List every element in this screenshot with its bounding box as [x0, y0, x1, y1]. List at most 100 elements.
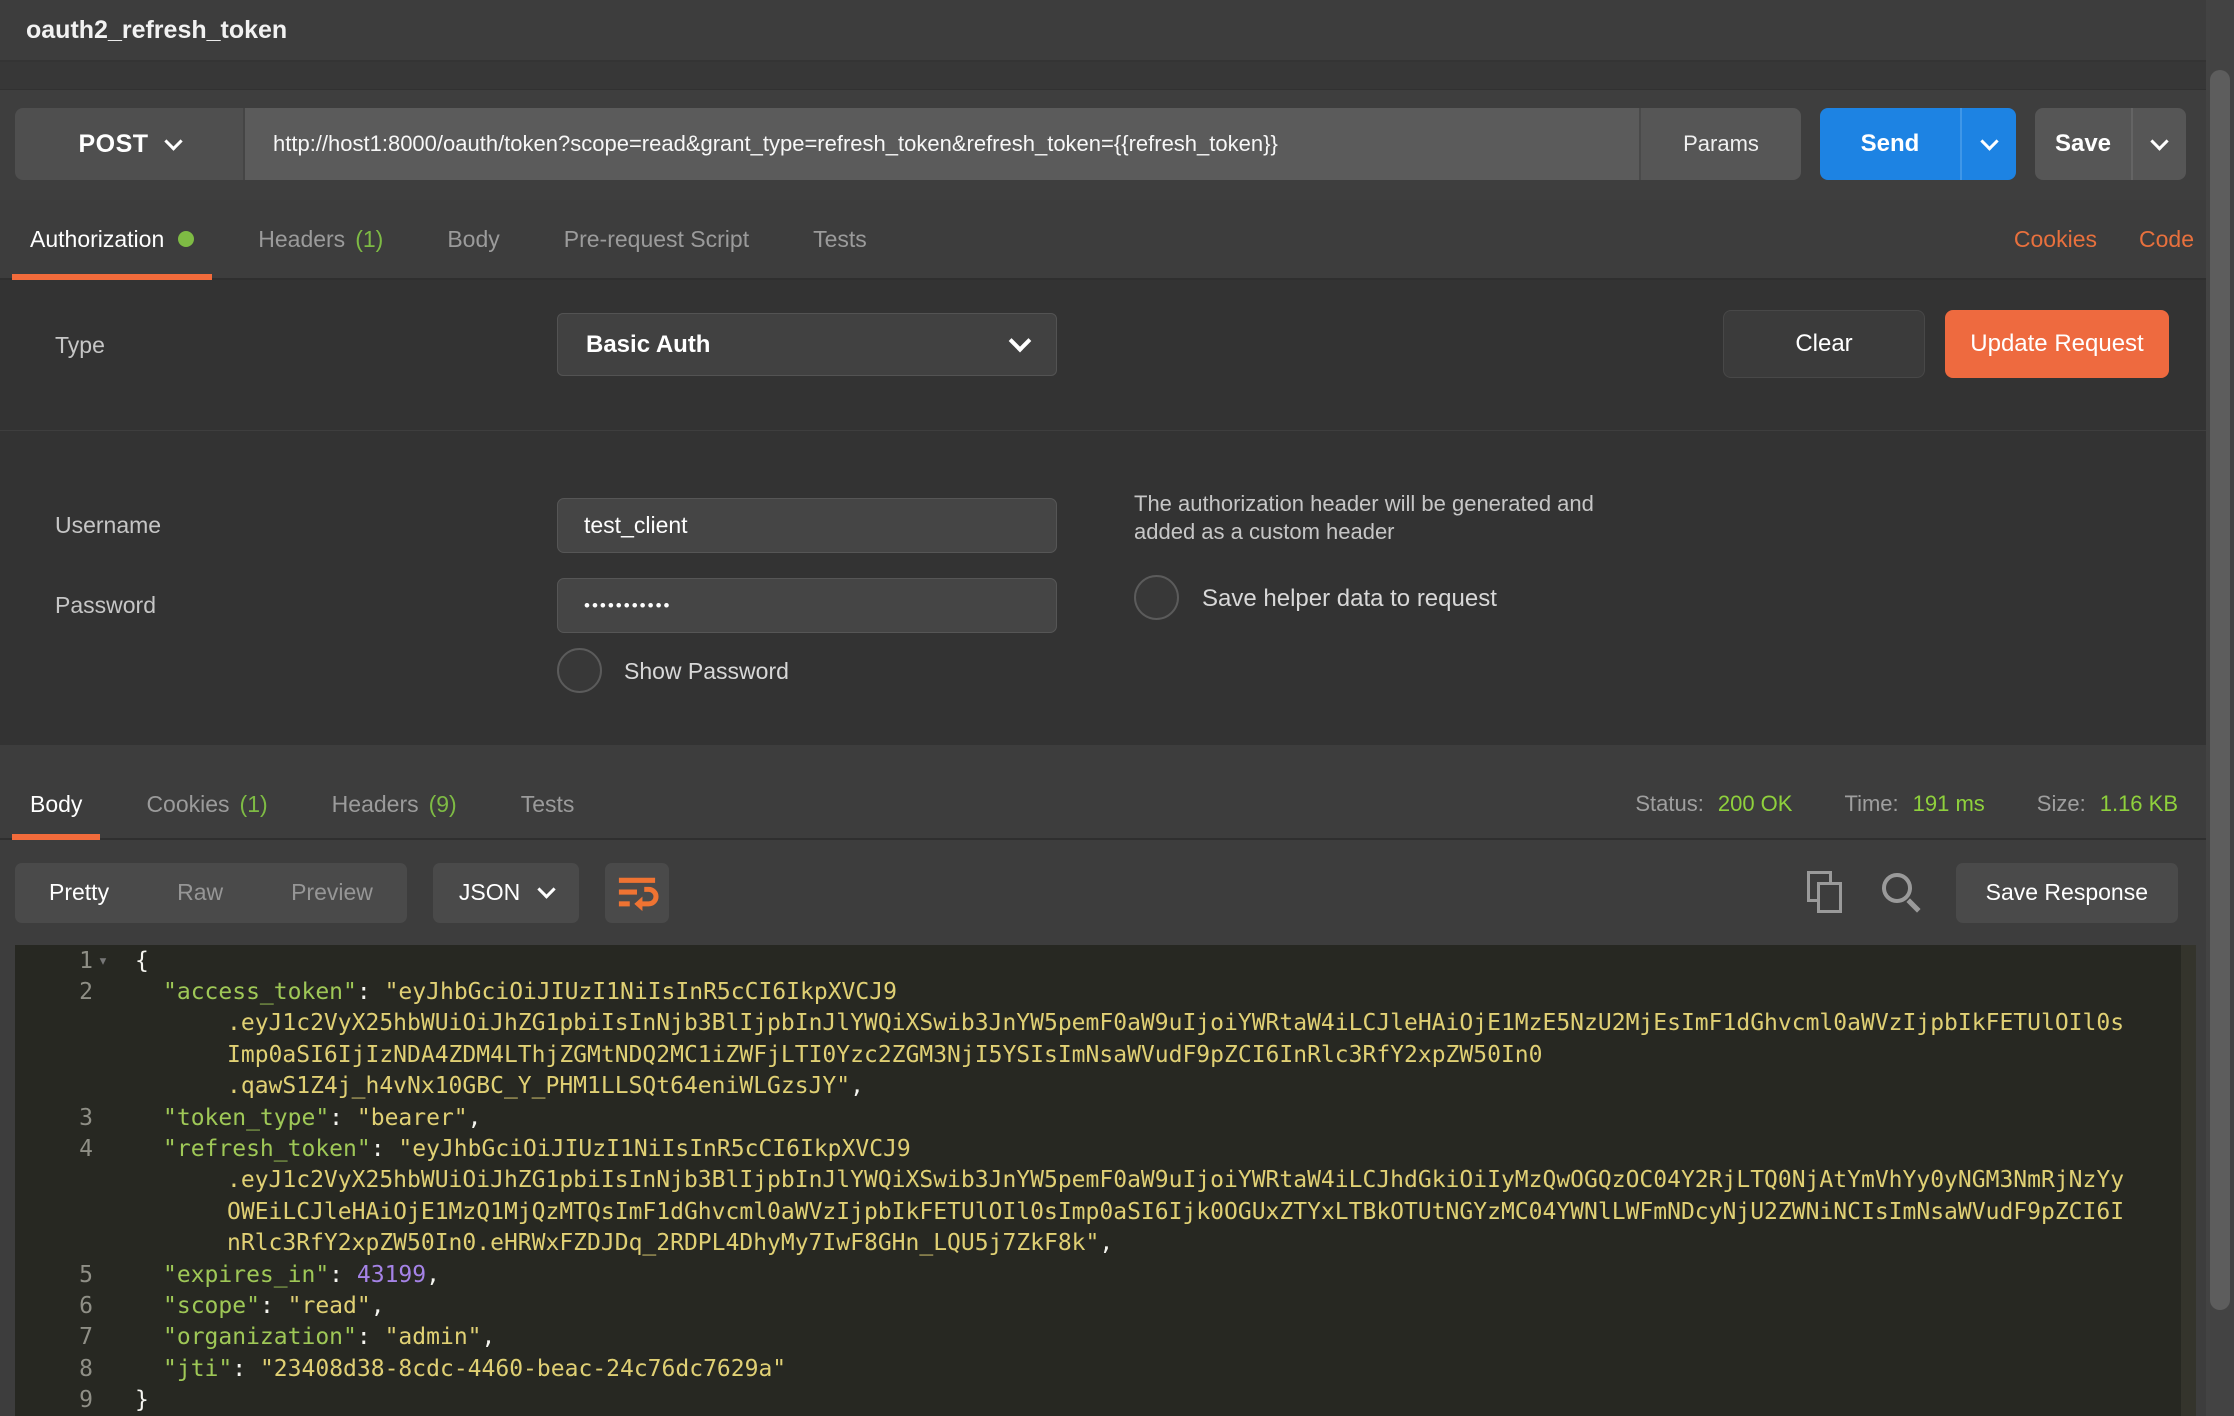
auth-type-dropdown[interactable]: Basic Auth	[557, 313, 1057, 376]
page-scrollbar-thumb[interactable]	[2210, 70, 2230, 1310]
tabs-spacer	[620, 770, 1583, 838]
tab-label: Body	[447, 226, 499, 253]
tab-label: Tests	[813, 226, 867, 253]
url-input[interactable]: http://host1:8000/oauth/token?scope=read…	[245, 108, 1639, 180]
active-tab-underline	[12, 834, 100, 840]
time-value: 191 ms	[1913, 791, 1985, 817]
raw-button[interactable]: Raw	[143, 863, 257, 923]
status-value: 200 OK	[1718, 791, 1793, 817]
auth-helper-note: The authorization header will be generat…	[1134, 490, 1624, 546]
code-line: Imp0aSI6IjIzNDA4ZDM4LThjZGMtNDQ2MC1iZWFj…	[15, 1039, 2196, 1070]
wrap-text-button[interactable]	[605, 863, 669, 923]
code-line: 7"organization": "admin",	[15, 1322, 2196, 1353]
tab-label: Headers	[332, 791, 419, 818]
chevron-down-icon	[1009, 329, 1032, 352]
params-button[interactable]: Params	[1639, 108, 1801, 180]
preview-button[interactable]: Preview	[257, 863, 407, 923]
pretty-button[interactable]: Pretty	[15, 863, 143, 923]
search-button[interactable]	[1876, 867, 1928, 919]
copy-button[interactable]	[1800, 867, 1852, 919]
cookies-link[interactable]: Cookies	[2014, 200, 2097, 278]
format-value: JSON	[459, 879, 520, 906]
request-tabs: Authorization Headers (1) Body Pre-reque…	[0, 200, 2234, 280]
request-bar-area: POST http://host1:8000/oauth/token?scope…	[0, 90, 2234, 200]
tab-count: (9)	[429, 791, 457, 818]
tab-pre-request-script[interactable]: Pre-request Script	[546, 200, 767, 278]
chevron-down-icon	[538, 880, 556, 898]
size-value: 1.16 KB	[2100, 791, 2178, 817]
time-label: Time:	[1844, 791, 1898, 817]
request-title: oauth2_refresh_token	[26, 16, 287, 45]
request-bar: POST http://host1:8000/oauth/token?scope…	[15, 108, 2186, 180]
status-label: Status:	[1635, 791, 1703, 817]
code-line: 4"refresh_token": "eyJhbGciOiJIUzI1NiIsI…	[15, 1133, 2196, 1164]
size-info: Size: 1.16 KB	[2037, 770, 2178, 838]
tab-response-cookies[interactable]: Cookies (1)	[128, 770, 285, 838]
tab-response-headers[interactable]: Headers (9)	[314, 770, 475, 838]
send-button[interactable]: Send	[1820, 108, 1960, 180]
response-body-code[interactable]: 1▾{2"access_token": "eyJhbGciOiJIUzI1NiI…	[15, 945, 2196, 1416]
tab-label: Headers	[258, 226, 345, 253]
method-label: POST	[78, 130, 148, 159]
tabs-spacer	[913, 200, 1972, 278]
size-label: Size:	[2037, 791, 2086, 817]
username-label: Username	[55, 512, 161, 539]
chevron-down-icon	[2150, 132, 2168, 150]
method-dropdown[interactable]: POST	[15, 108, 245, 180]
code-line: 6"scope": "read",	[15, 1290, 2196, 1321]
password-input[interactable]: •••••••••••	[557, 578, 1057, 633]
save-helper-label: Save helper data to request	[1202, 585, 1497, 613]
code-line: .qawS1Z4j_h4vNx10GBC_Y_PHM1LLSQt64eniWLG…	[15, 1071, 2196, 1102]
view-mode-group: Pretty Raw Preview	[15, 863, 407, 923]
chevron-down-icon	[164, 132, 182, 150]
search-icon	[1880, 871, 1924, 915]
code-line: 2"access_token": "eyJhbGciOiJIUzI1NiIsIn…	[15, 976, 2196, 1007]
tab-label: Body	[30, 791, 82, 818]
tab-count: (1)	[355, 226, 383, 253]
save-button[interactable]: Save	[2035, 108, 2131, 180]
status-info: Status: 200 OK	[1635, 770, 1792, 838]
code-line: 8"jti": "23408d38-8cdc-4460-beac-24c76dc…	[15, 1353, 2196, 1384]
send-dropdown-button[interactable]	[1960, 108, 2016, 180]
clear-button[interactable]: Clear	[1723, 310, 1925, 378]
postman-window: oauth2_refresh_token POST http://host1:8…	[0, 0, 2234, 1416]
tab-label: Tests	[521, 791, 575, 818]
url-group: POST http://host1:8000/oauth/token?scope…	[15, 108, 1801, 180]
code-line: 1▾{	[15, 945, 2196, 976]
tab-headers[interactable]: Headers (1)	[240, 200, 401, 278]
active-auth-dot-icon	[178, 231, 194, 247]
password-label: Password	[55, 592, 156, 619]
code-line: .eyJ1c2VyX25hbWUiOiJhZG1pbiIsInNjb3BlIjp…	[15, 1165, 2196, 1196]
fold-caret-icon[interactable]: ▾	[93, 951, 113, 971]
save-response-button[interactable]: Save Response	[1956, 863, 2178, 923]
code-link[interactable]: Code	[2139, 200, 2194, 278]
section-divider	[0, 430, 2234, 431]
tab-body[interactable]: Body	[429, 200, 517, 278]
tab-response-body[interactable]: Body	[12, 770, 100, 838]
type-label: Type	[55, 332, 105, 359]
tab-tests[interactable]: Tests	[795, 200, 885, 278]
response-tabs: Body Cookies (1) Headers (9) Tests Statu…	[0, 770, 2234, 840]
format-dropdown[interactable]: JSON	[433, 863, 579, 923]
page-scrollbar[interactable]	[2206, 0, 2234, 1416]
show-password-radio[interactable]	[557, 648, 602, 693]
code-line: 3"token_type": "bearer",	[15, 1102, 2196, 1133]
username-input[interactable]: test_client	[557, 498, 1057, 553]
wrap-text-icon	[615, 874, 659, 912]
response-toolbar: Pretty Raw Preview JSON Save Response	[0, 840, 2234, 945]
chevron-down-icon	[1980, 132, 1998, 150]
save-button-group: Save	[2035, 108, 2186, 180]
tab-authorization[interactable]: Authorization	[12, 200, 212, 278]
show-password-label: Show Password	[624, 658, 789, 685]
save-dropdown-button[interactable]	[2131, 108, 2186, 180]
tab-count: (1)	[240, 791, 268, 818]
code-line: 5"expires_in": 43199,	[15, 1259, 2196, 1290]
code-line: nRlc3RfY2xpZW50In0.eHRWxFZDJDq_2RDPL4Dhy…	[15, 1228, 2196, 1259]
tab-response-tests[interactable]: Tests	[503, 770, 593, 838]
code-scrollbar[interactable]	[2181, 945, 2196, 1416]
title-bar: oauth2_refresh_token	[0, 0, 2234, 62]
copy-icon	[1807, 871, 1845, 915]
update-request-button[interactable]: Update Request	[1945, 310, 2169, 378]
tab-label: Authorization	[30, 226, 164, 253]
save-helper-radio[interactable]	[1134, 575, 1179, 620]
